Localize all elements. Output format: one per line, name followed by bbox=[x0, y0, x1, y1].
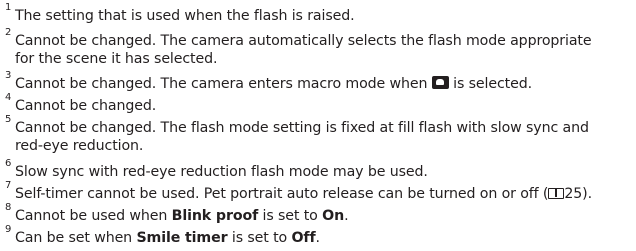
footnote-text-continued: red-eye reduction. bbox=[15, 138, 144, 154]
footnote-text-part: Can be set when bbox=[15, 230, 137, 246]
footnote-text-part: . bbox=[344, 208, 349, 224]
footnote-number: 3 bbox=[5, 70, 12, 81]
footnote-text: Cannot be changed. bbox=[15, 98, 157, 114]
footnote-number: 6 bbox=[5, 158, 12, 169]
footnote-text: Cannot be changed. The camera enters mac… bbox=[15, 75, 532, 93]
footnote-text-part: is set to bbox=[227, 230, 292, 246]
setting-name: Smile timer bbox=[136, 230, 228, 246]
footnote-text: Cannot be changed. The camera automatica… bbox=[15, 33, 592, 49]
footnote-number: 2 bbox=[5, 27, 12, 38]
footnote-number: 5 bbox=[5, 114, 12, 125]
footnote-text-part: Self-timer cannot be used. Pet portrait … bbox=[15, 186, 549, 202]
footnote-number: 9 bbox=[5, 224, 12, 235]
footnote-text: Slow sync with red-eye reduction flash m… bbox=[15, 164, 428, 180]
setting-value: Off bbox=[291, 230, 316, 246]
setting-name: Blink proof bbox=[171, 208, 259, 224]
footnote-text-part: Cannot be changed. The camera enters mac… bbox=[15, 76, 432, 92]
footnote-number: 7 bbox=[5, 180, 12, 191]
footnote-text: The setting that is used when the flash … bbox=[15, 8, 355, 24]
footnote-text: Self-timer cannot be used. Pet portrait … bbox=[15, 185, 592, 203]
footnote-text-continued: for the scene it has selected. bbox=[15, 51, 218, 67]
footnote-number: 8 bbox=[5, 202, 12, 213]
footnote-text-part: 25). bbox=[564, 186, 592, 202]
footnote-text-part: is set to bbox=[258, 208, 323, 224]
footnote-text: Cannot be used when Blink proof is set t… bbox=[15, 207, 349, 225]
setting-value: On bbox=[322, 208, 345, 224]
footnote-number: 4 bbox=[5, 92, 12, 103]
scene-mode-icon bbox=[431, 76, 449, 89]
footnote-text: Can be set when Smile timer is set to Of… bbox=[15, 229, 320, 247]
footnote-number: 1 bbox=[5, 2, 12, 13]
footnote-text-part: . bbox=[315, 230, 321, 246]
footnote-text: Cannot be changed. The flash mode settin… bbox=[15, 120, 589, 136]
footnote-text-part: Cannot be used when bbox=[15, 208, 172, 224]
book-reference-icon bbox=[548, 188, 565, 199]
footnote-text-part: is selected. bbox=[448, 76, 532, 92]
